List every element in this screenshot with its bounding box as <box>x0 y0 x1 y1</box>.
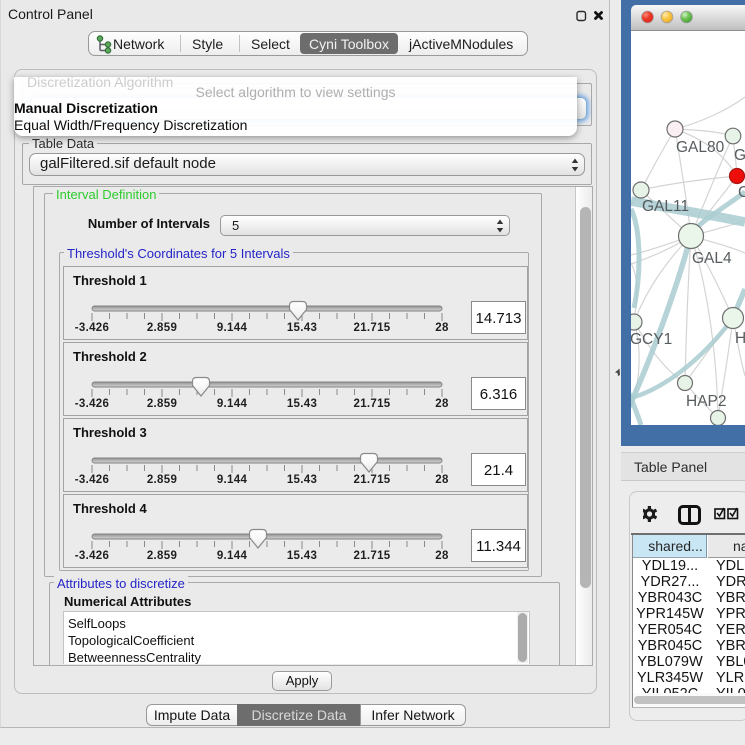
svg-text:G.: G. <box>734 147 745 164</box>
svg-text:GAL11: GAL11 <box>642 198 689 215</box>
svg-text:GAL4: GAL4 <box>692 250 732 267</box>
svg-text:C: C <box>738 184 745 201</box>
svg-text:GCY1: GCY1 <box>631 331 672 348</box>
svg-text:H: H <box>735 330 745 347</box>
svg-text:GAL80: GAL80 <box>676 139 725 156</box>
svg-text:HAP2: HAP2 <box>686 393 727 410</box>
